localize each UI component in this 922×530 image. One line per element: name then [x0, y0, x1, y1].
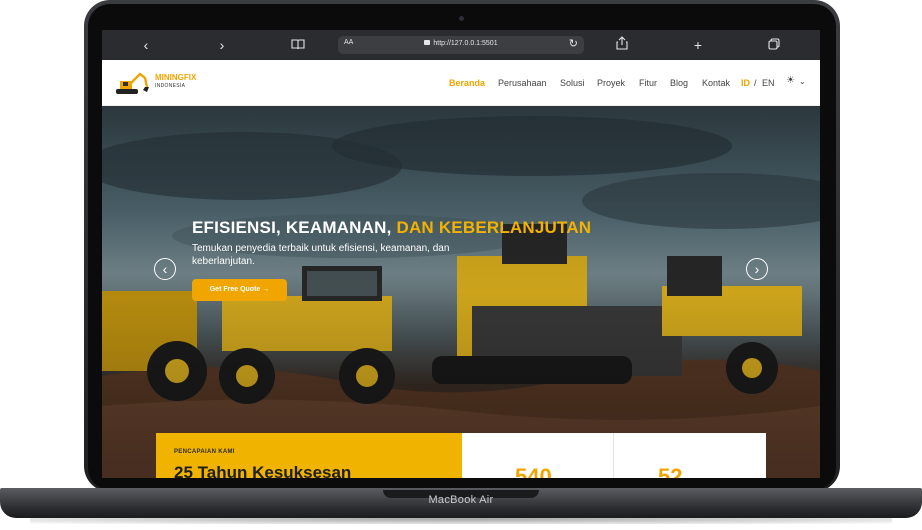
- get-quote-button[interactable]: Get Free Quote →: [192, 279, 287, 301]
- reload-icon[interactable]: ↻: [569, 37, 578, 50]
- url-value: http://127.0.0.1:5501: [433, 40, 498, 47]
- stat-number: 540: [515, 464, 552, 478]
- achievements-panel: PENCAPAIAN KAMI 25 Tahun Kesuksesan: [156, 433, 462, 478]
- nav-fitur[interactable]: Fitur: [639, 78, 657, 88]
- share-icon[interactable]: [612, 35, 632, 55]
- nav-proyek[interactable]: Proyek: [597, 78, 625, 88]
- stats-numbers-panel: 540 52: [462, 433, 766, 478]
- chevron-down-icon[interactable]: ⌄: [799, 77, 806, 86]
- nav-blog[interactable]: Blog: [670, 78, 688, 88]
- lang-separator: /: [754, 78, 757, 88]
- carousel-next-icon[interactable]: ›: [746, 258, 768, 280]
- lang-en[interactable]: EN: [762, 78, 775, 88]
- bookmarks-icon[interactable]: [288, 35, 308, 55]
- hero-banner: EFISIENSI, KEAMANAN, DAN KEBERLANJUTAN T…: [102, 106, 820, 478]
- browser-toolbar: ‹ › AA http://127.0.0.1:5501 ↻ +: [102, 30, 820, 60]
- tabs-overview-icon[interactable]: [764, 35, 784, 55]
- back-icon[interactable]: ‹: [136, 35, 156, 55]
- stats-divider: [613, 433, 614, 478]
- hero-title-main: EFISIENSI, KEAMANAN,: [192, 218, 392, 237]
- carousel-prev-icon[interactable]: ‹: [154, 258, 176, 280]
- site-header: MININGFIX INDONESIA Beranda Perusahaan S…: [102, 60, 820, 106]
- sun-icon[interactable]: ☀: [786, 75, 795, 86]
- hero-title-accent: DAN KEBERLANJUTAN: [396, 218, 592, 237]
- logo-subtitle: INDONESIA: [155, 83, 186, 89]
- camera-dot: [459, 16, 464, 21]
- stat-number: 52: [658, 464, 683, 478]
- laptop-screen: ‹ › AA http://127.0.0.1:5501 ↻ + MININGF…: [102, 30, 820, 478]
- forward-icon[interactable]: ›: [212, 35, 232, 55]
- address-bar[interactable]: AA http://127.0.0.1:5501 ↻: [338, 36, 584, 54]
- hero-title: EFISIENSI, KEAMANAN, DAN KEBERLANJUTAN: [192, 218, 591, 238]
- device-label: MacBook Air: [428, 494, 494, 506]
- hero-subtitle: Temukan penyedia terbaik untuk efisiensi…: [192, 243, 450, 267]
- logo-name[interactable]: MININGFIX: [155, 74, 196, 82]
- url-text[interactable]: http://127.0.0.1:5501: [338, 40, 584, 47]
- excavator-logo-icon[interactable]: [114, 69, 150, 97]
- lang-id[interactable]: ID: [741, 78, 750, 88]
- nav-beranda[interactable]: Beranda: [449, 78, 485, 88]
- achievements-label: PENCAPAIAN KAMI: [174, 449, 235, 455]
- lock-icon: [424, 40, 431, 45]
- nav-solusi[interactable]: Solusi: [560, 78, 585, 88]
- new-tab-icon[interactable]: +: [688, 35, 708, 55]
- achievements-heading: 25 Tahun Kesuksesan: [174, 463, 352, 478]
- nav-kontak[interactable]: Kontak: [702, 78, 730, 88]
- nav-perusahaan[interactable]: Perusahaan: [498, 78, 547, 88]
